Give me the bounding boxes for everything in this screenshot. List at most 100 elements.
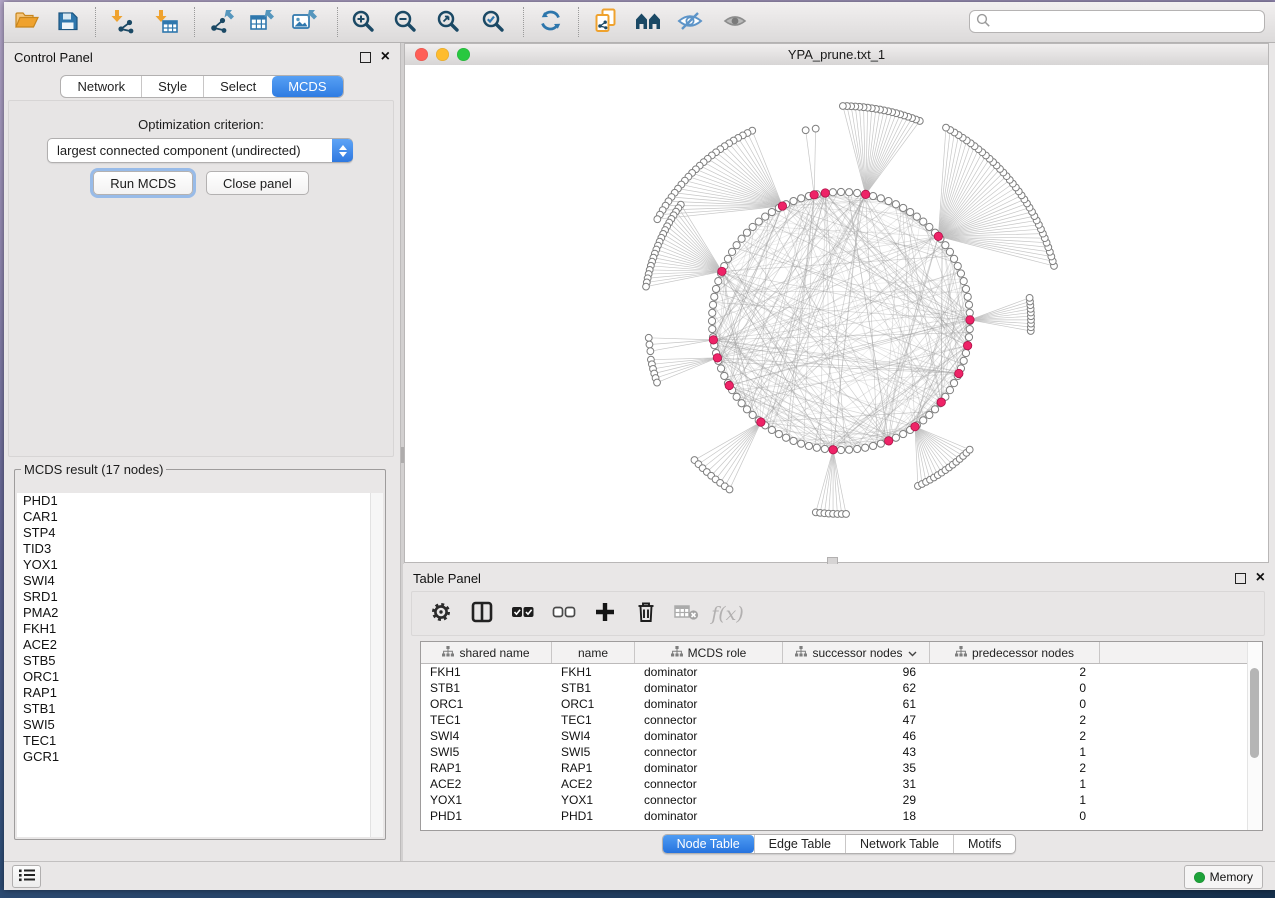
tab-network[interactable]: Network: [61, 76, 141, 97]
table-cell[interactable]: STB1: [552, 681, 635, 695]
export-image-button[interactable]: [287, 5, 323, 39]
tab-motifs[interactable]: Motifs: [953, 835, 1015, 853]
refresh-button[interactable]: [533, 5, 569, 39]
column-header-successor-nodes[interactable]: successor nodes: [783, 642, 930, 663]
network-window-titlebar[interactable]: YPA_prune.txt_1: [405, 44, 1268, 66]
tab-mcds[interactable]: MCDS: [272, 76, 342, 97]
task-history-button[interactable]: [12, 865, 41, 888]
column-header-MCDS-role[interactable]: MCDS role: [635, 642, 783, 663]
tab-node-table[interactable]: Node Table: [663, 835, 754, 853]
table-cell[interactable]: SWI4: [552, 729, 635, 743]
network-graph[interactable]: [405, 65, 1268, 562]
column-header-predecessor-nodes[interactable]: predecessor nodes: [930, 642, 1100, 663]
table-cell[interactable]: ACE2: [552, 777, 635, 791]
table-cell[interactable]: PHD1: [421, 809, 552, 823]
result-node-item[interactable]: ORC1: [17, 669, 383, 685]
result-node-item[interactable]: GCR1: [17, 749, 383, 765]
table-cell[interactable]: dominator: [635, 697, 783, 711]
export-network-button[interactable]: [203, 5, 239, 39]
table-cell[interactable]: STB1: [421, 681, 552, 695]
table-row[interactable]: TEC1TEC1connector472: [421, 712, 1262, 728]
table-cell[interactable]: 2: [930, 729, 1100, 743]
network-canvas[interactable]: [405, 65, 1268, 562]
search-field[interactable]: [969, 10, 1265, 33]
mcds-result-list[interactable]: PHD1CAR1STP4TID3YOX1SWI4SRD1PMA2FKH1ACE2…: [17, 493, 383, 837]
show-all-button[interactable]: [717, 5, 753, 39]
table-cell[interactable]: ORC1: [421, 697, 552, 711]
result-node-item[interactable]: TID3: [17, 541, 383, 557]
table-cell[interactable]: 18: [783, 809, 930, 823]
table-cell[interactable]: 62: [783, 681, 930, 695]
add-row-button[interactable]: [586, 596, 623, 632]
result-node-item[interactable]: STP4: [17, 525, 383, 541]
apply-function-button[interactable]: f(x): [709, 596, 746, 632]
table-cell[interactable]: RAP1: [552, 761, 635, 775]
result-node-item[interactable]: RAP1: [17, 685, 383, 701]
table-cell[interactable]: 2: [930, 761, 1100, 775]
select-all-button[interactable]: [504, 596, 541, 632]
table-cell[interactable]: SWI5: [552, 745, 635, 759]
export-table-button[interactable]: [244, 5, 280, 39]
table-row[interactable]: SWI5SWI5connector431: [421, 744, 1262, 760]
result-node-item[interactable]: SRD1: [17, 589, 383, 605]
result-node-item[interactable]: PHD1: [17, 493, 383, 509]
table-cell[interactable]: 2: [930, 665, 1100, 679]
table-cell[interactable]: TEC1: [421, 713, 552, 727]
result-node-item[interactable]: SWI4: [17, 573, 383, 589]
table-cell[interactable]: FKH1: [421, 665, 552, 679]
delete-rows-button[interactable]: [627, 596, 664, 632]
table-cell[interactable]: 46: [783, 729, 930, 743]
table-cell[interactable]: 0: [930, 697, 1100, 711]
table-row[interactable]: PHD1PHD1dominator180: [421, 808, 1262, 824]
zoom-selected-button[interactable]: [475, 5, 511, 39]
result-node-item[interactable]: YOX1: [17, 557, 383, 573]
table-cell[interactable]: 1: [930, 793, 1100, 807]
table-cell[interactable]: dominator: [635, 809, 783, 823]
search-input[interactable]: [995, 13, 1258, 30]
table-cell[interactable]: 35: [783, 761, 930, 775]
tab-select[interactable]: Select: [203, 76, 272, 97]
tab-network-table[interactable]: Network Table: [845, 835, 953, 853]
table-cell[interactable]: ORC1: [552, 697, 635, 711]
table-cell[interactable]: dominator: [635, 729, 783, 743]
run-mcds-button[interactable]: Run MCDS: [93, 171, 193, 195]
table-cell[interactable]: 29: [783, 793, 930, 807]
table-cell[interactable]: 43: [783, 745, 930, 759]
result-node-item[interactable]: FKH1: [17, 621, 383, 637]
save-session-button[interactable]: [50, 5, 86, 39]
zoom-fit-button[interactable]: [430, 5, 466, 39]
table-cell[interactable]: connector: [635, 745, 783, 759]
table-cell[interactable]: connector: [635, 793, 783, 807]
table-cell[interactable]: SWI5: [421, 745, 552, 759]
import-network-button[interactable]: [104, 5, 140, 39]
table-row[interactable]: ORC1ORC1dominator610: [421, 696, 1262, 712]
float-panel-icon[interactable]: [360, 52, 371, 63]
table-cell[interactable]: YOX1: [552, 793, 635, 807]
table-row[interactable]: ACE2ACE2connector311: [421, 776, 1262, 792]
table-cell[interactable]: 1: [930, 745, 1100, 759]
close-panel-icon[interactable]: ×: [381, 52, 390, 62]
float-panel-icon[interactable]: [1235, 573, 1246, 584]
tab-style[interactable]: Style: [141, 76, 203, 97]
scrollbar-thumb[interactable]: [1250, 668, 1259, 758]
clone-network-button[interactable]: [588, 5, 624, 39]
table-cell[interactable]: connector: [635, 777, 783, 791]
criterion-dropdown[interactable]: largest connected component (undirected): [47, 138, 353, 163]
close-panel-icon[interactable]: ×: [1256, 573, 1265, 583]
first-neighbors-button[interactable]: [630, 5, 666, 39]
table-cell[interactable]: 0: [930, 681, 1100, 695]
table-cell[interactable]: RAP1: [421, 761, 552, 775]
zoom-out-button[interactable]: [387, 5, 423, 39]
column-header-shared-name[interactable]: shared name: [421, 642, 552, 663]
table-row[interactable]: FKH1FKH1dominator962: [421, 664, 1262, 680]
table-cell[interactable]: 61: [783, 697, 930, 711]
show-columns-button[interactable]: [463, 596, 500, 632]
table-cell[interactable]: ACE2: [421, 777, 552, 791]
table-scrollbar[interactable]: [1247, 642, 1262, 830]
table-settings-button[interactable]: [422, 596, 459, 632]
result-node-item[interactable]: STB5: [17, 653, 383, 669]
destroy-table-button[interactable]: [668, 596, 705, 632]
hide-selected-button[interactable]: [672, 5, 708, 39]
table-cell[interactable]: dominator: [635, 665, 783, 679]
table-cell[interactable]: FKH1: [552, 665, 635, 679]
